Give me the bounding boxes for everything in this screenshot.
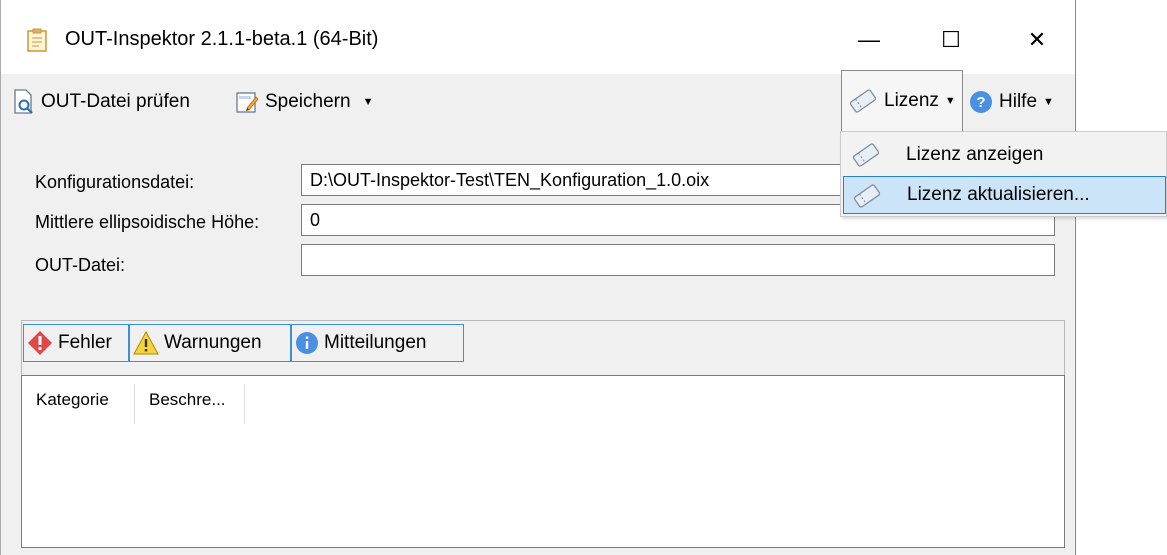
check-out-file-button[interactable]: OUT-Datei prüfen (13, 88, 190, 116)
menu-item-label: Lizenz aktualisieren... (907, 184, 1090, 205)
config-file-label: Konfigurationsdatei: (35, 172, 195, 192)
warning-icon (133, 331, 159, 355)
tab-warnings-label: Warnungen (164, 332, 262, 353)
license-label: Lizenz (884, 90, 939, 111)
main-window: OUT-Inspektor 2.1.1-beta.1 (64-Bit) — ☐ … (0, 0, 1076, 555)
menu-item-show-license[interactable]: Lizenz anzeigen (843, 136, 1166, 174)
license-ticket-icon (849, 89, 877, 113)
maximize-button[interactable]: ☐ (921, 18, 981, 62)
license-ticket-icon (852, 143, 880, 167)
menu-item-update-license[interactable]: Lizenz aktualisieren... (843, 176, 1166, 214)
document-magnifier-icon (14, 89, 33, 114)
chevron-down-icon: ▼ (362, 96, 374, 108)
tab-messages[interactable]: Mitteilungen (291, 324, 464, 362)
message-list[interactable]: Kategorie Beschre... (21, 375, 1065, 548)
column-header-description[interactable]: Beschre... (135, 376, 245, 424)
tab-errors-label: Fehler (58, 332, 112, 353)
save-button[interactable]: Speichern ▼ (235, 88, 373, 116)
error-icon (28, 331, 52, 355)
ellipsoidal-height-label: Mittlere ellipsoidische Höhe: (35, 212, 260, 232)
check-out-file-label: OUT-Datei prüfen (41, 91, 190, 112)
chevron-down-icon: ▼ (944, 95, 956, 107)
help-label: Hilfe (999, 91, 1038, 112)
question-icon: ? (970, 91, 992, 113)
chevron-down-icon: ▼ (1043, 96, 1054, 108)
tab-warnings[interactable]: Warnungen (129, 324, 291, 362)
license-menu-button[interactable]: Lizenz ▼ (841, 70, 963, 132)
save-document-icon (236, 92, 259, 113)
clipboard-icon (27, 28, 47, 52)
menu-item-label: Lizenz anzeigen (906, 144, 1044, 165)
title-bar[interactable]: OUT-Inspektor 2.1.1-beta.1 (64-Bit) — ☐ … (1, 0, 1075, 74)
license-ticket-icon (853, 184, 881, 208)
tab-messages-label: Mitteilungen (324, 332, 427, 353)
svg-text:?: ? (976, 94, 985, 111)
out-file-field[interactable] (301, 244, 1055, 276)
license-dropdown-menu: Lizenz anzeigen Lizenz aktualisieren... (840, 131, 1167, 217)
out-file-label: OUT-Datei: (35, 255, 126, 275)
close-button[interactable]: ✕ (1007, 18, 1067, 62)
tab-errors[interactable]: Fehler (23, 324, 129, 362)
column-divider[interactable] (244, 384, 245, 424)
column-header-category[interactable]: Kategorie (22, 376, 134, 424)
info-icon (296, 332, 318, 354)
save-label: Speichern (265, 91, 351, 112)
help-menu-button[interactable]: ? Hilfe ▼ (969, 88, 1054, 116)
window-title: OUT-Inspektor 2.1.1-beta.1 (64-Bit) (65, 28, 379, 50)
minimize-button[interactable]: — (839, 18, 899, 62)
